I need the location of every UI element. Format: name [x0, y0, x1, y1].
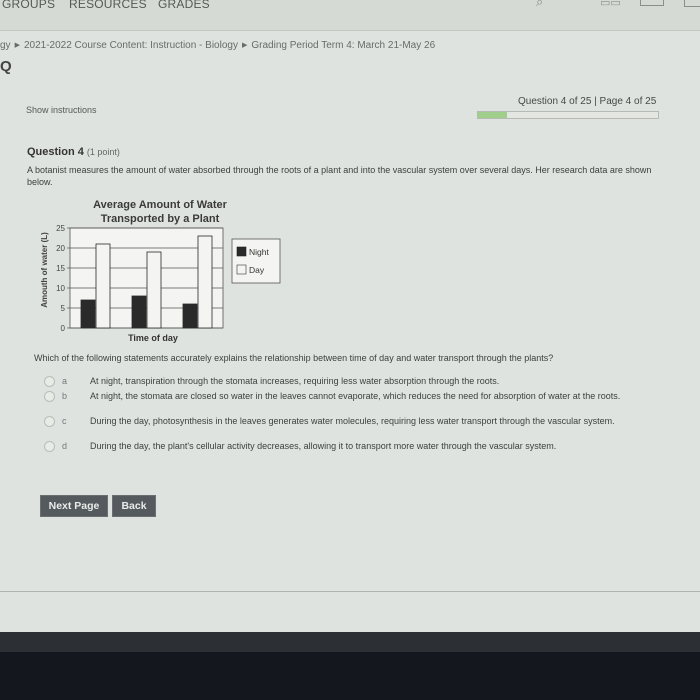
y-tick-label: 15: [56, 264, 65, 273]
calendar-icon[interactable]: ▪▪▪: [640, 0, 664, 6]
breadcrumb-item[interactable]: 2021-2022 Course Content: Instruction - …: [24, 40, 238, 51]
breadcrumb-item[interactable]: gy: [0, 40, 11, 51]
option-text: During the day, the plant's cellular act…: [90, 441, 557, 451]
question-heading: Question 4 (1 point): [27, 146, 120, 158]
progress-fill: [478, 112, 507, 118]
bar-night-3: [182, 303, 198, 329]
option-text: At night, the stomata are closed so wate…: [90, 391, 621, 401]
y-tick-label: 25: [56, 224, 65, 233]
option-text: At night, transpiration through the stom…: [90, 376, 500, 386]
y-tick-label: 20: [56, 244, 65, 253]
y-tick-label: 0: [61, 324, 66, 333]
bar-day-3: [197, 235, 213, 329]
nav-groups[interactable]: GROUPS: [2, 0, 55, 11]
bar-day-2: [146, 251, 162, 329]
chart-title-line-1: Average Amount of Water: [93, 199, 228, 211]
apps-icon[interactable]: ▭▭: [600, 0, 621, 9]
nav-resources[interactable]: RESOURCES: [69, 0, 147, 11]
bar-chart: Average Amount of Water Transported by a…: [40, 199, 281, 343]
back-button[interactable]: Back: [112, 495, 156, 517]
x-axis-label: Time of day: [128, 333, 178, 343]
legend-label-day: Day: [249, 265, 265, 275]
page-title: Q: [0, 58, 12, 75]
user-icon[interactable]: [684, 0, 700, 7]
top-navigation: GROUPS RESOURCES GRADES ⌕ ▭▭ ▪▪▪: [0, 0, 700, 31]
monitor-bezel-edge: [0, 632, 700, 652]
option-letter: d: [62, 441, 68, 451]
option-text: During the day, photosynthesis in the le…: [90, 416, 615, 426]
show-instructions-link[interactable]: Show instructions: [26, 105, 97, 115]
y-tick-label: 10: [56, 284, 65, 293]
next-page-button[interactable]: Next Page: [40, 495, 108, 517]
option-letter: a: [62, 376, 68, 386]
bar-night-2: [131, 295, 147, 329]
bar-night-1: [80, 299, 96, 329]
y-axis-label: Amouth of water (L): [40, 232, 49, 308]
radio-button[interactable]: [44, 416, 55, 427]
breadcrumb: gy ▶ 2021-2022 Course Content: Instruction…: [0, 40, 435, 51]
question-points: (1 point): [86, 147, 120, 157]
radio-button[interactable]: [44, 441, 55, 452]
option-letter: c: [62, 416, 67, 426]
question-prompt: Which of the following statements accura…: [34, 353, 554, 363]
question-counter: Question 4 of 25 | Page 4 of 25: [518, 96, 657, 107]
legend-label-night: Night: [249, 247, 269, 257]
legend-swatch-day: [236, 264, 247, 275]
breadcrumb-item[interactable]: Grading Period Term 4: March 21-May 26: [251, 40, 435, 51]
bar-day-1: [95, 243, 111, 329]
legend-swatch-night: [236, 246, 247, 257]
breadcrumb-separator: ▶: [241, 42, 248, 49]
search-icon[interactable]: ⌕: [536, 0, 543, 10]
radio-button[interactable]: [44, 376, 55, 387]
radio-button[interactable]: [44, 391, 55, 402]
option-letter: b: [62, 391, 68, 401]
progress-bar: [477, 111, 659, 119]
legend-box: [231, 238, 281, 284]
y-tick-label: 5: [61, 304, 66, 313]
breadcrumb-separator: ▶: [14, 42, 20, 49]
question-title: Question 4: [27, 146, 84, 158]
chart-title-line-2: Transported by a Plant: [101, 213, 220, 225]
footer-divider: [0, 591, 700, 592]
question-text: A botanist measures the amount of water …: [27, 165, 652, 187]
nav-grades[interactable]: GRADES: [158, 0, 210, 11]
browser-screen: GROUPS RESOURCES GRADES ⌕ ▭▭ ▪▪▪ gy ▶ 2021…: [0, 0, 700, 632]
